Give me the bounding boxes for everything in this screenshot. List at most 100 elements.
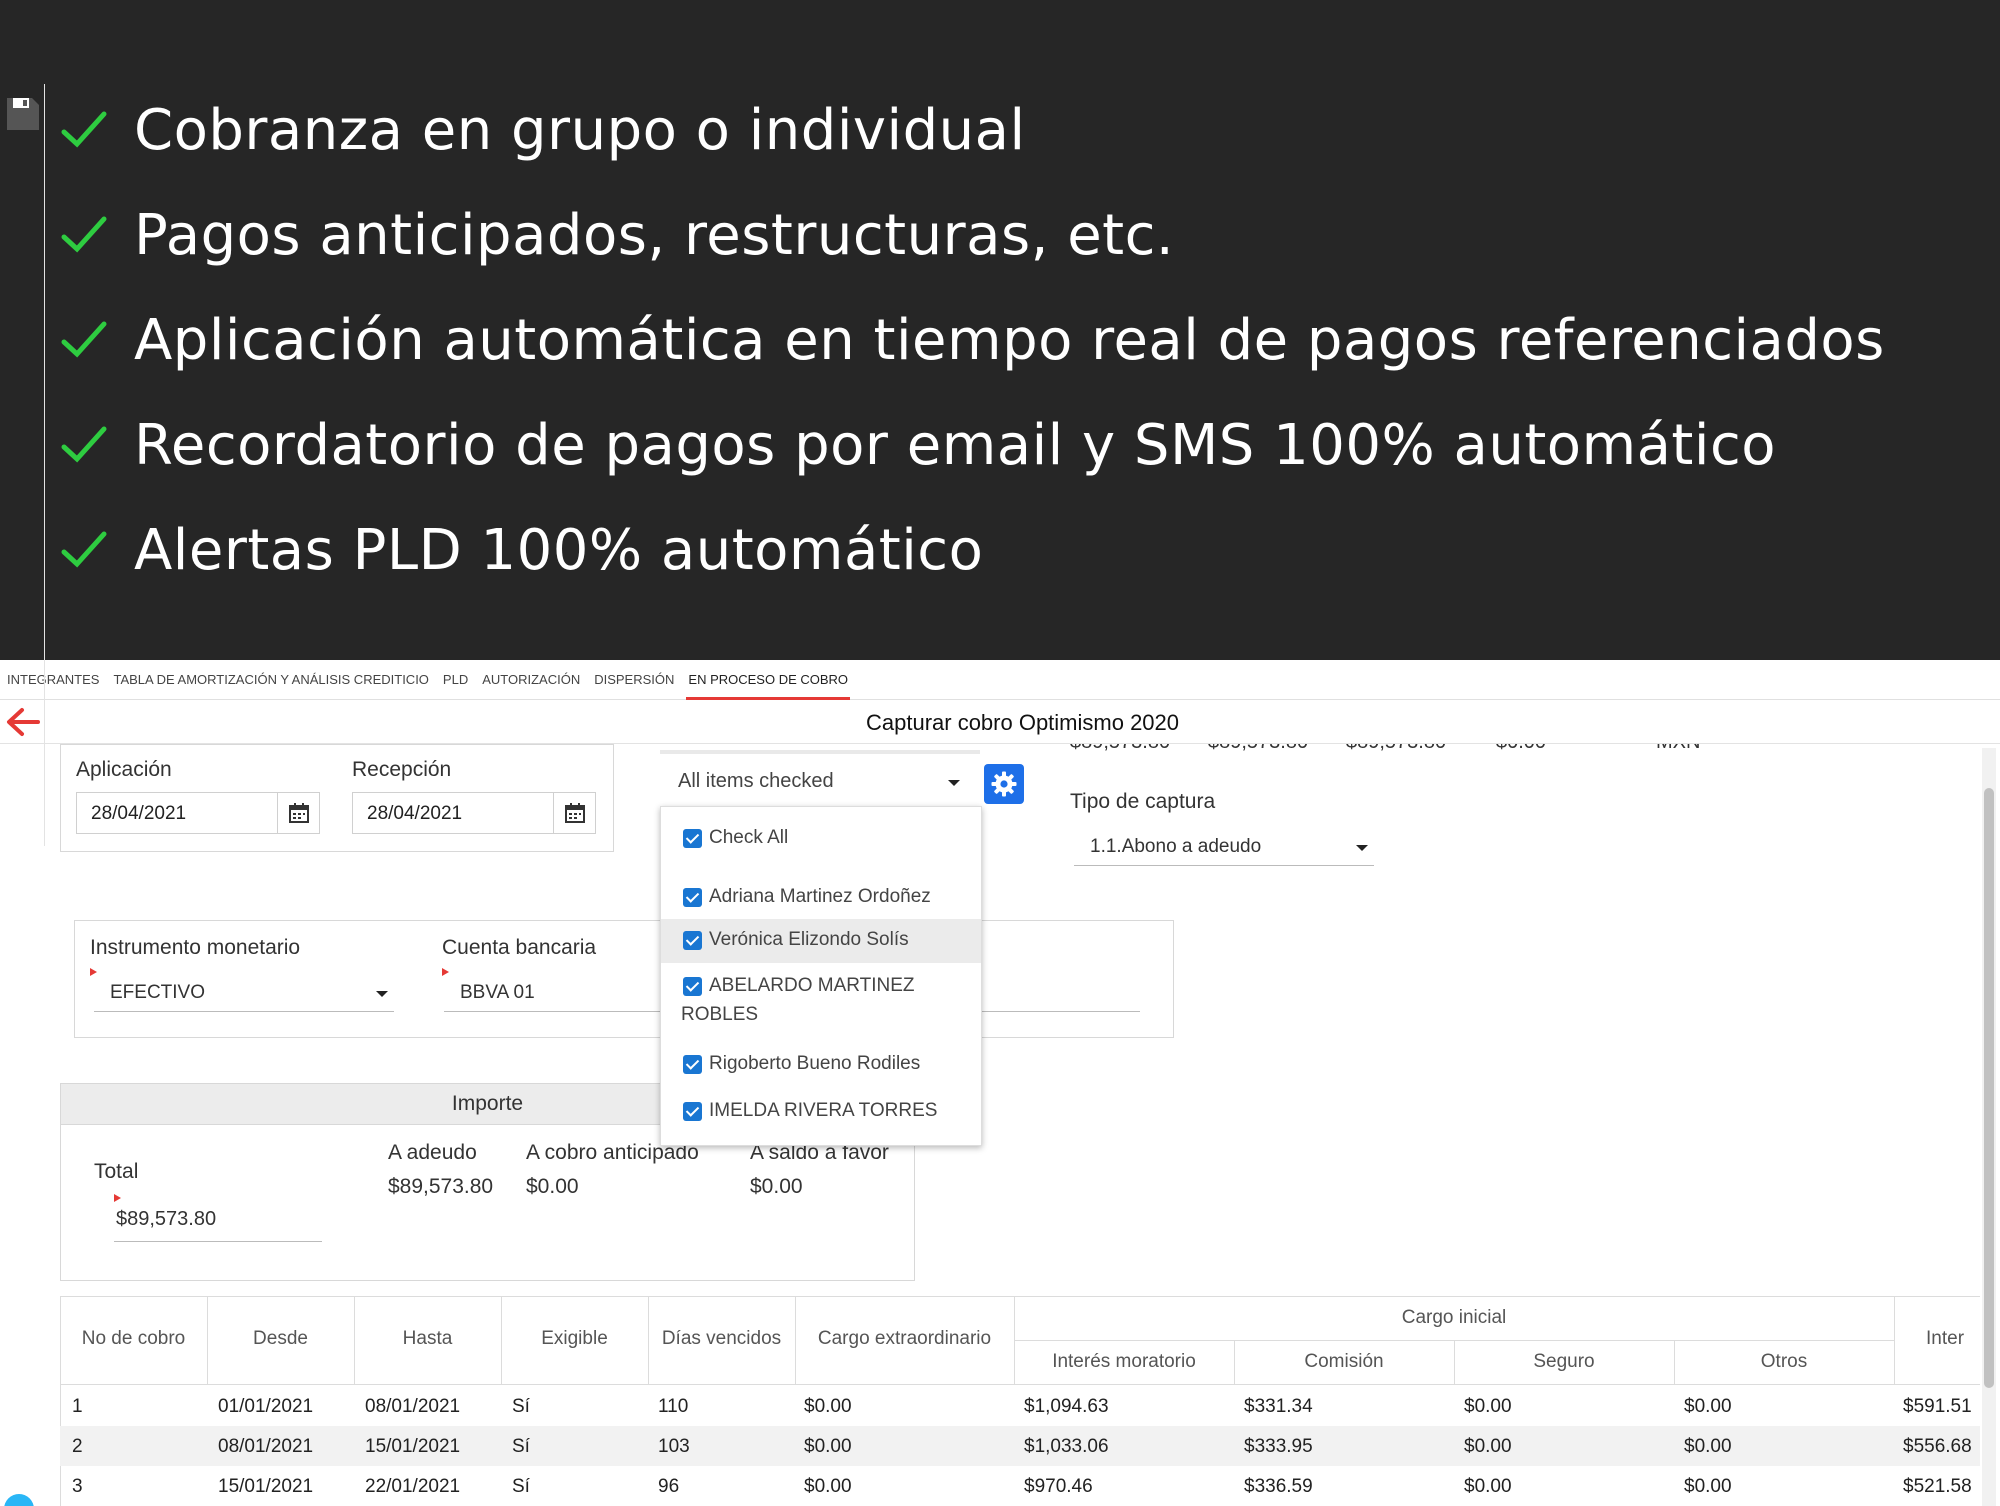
table-cell: 2 (72, 1436, 83, 1457)
recepcion-label: Recepción (352, 758, 452, 781)
cuenta-label: Cuenta bancaria (442, 936, 597, 959)
table-cell: $0.00 (1684, 1436, 1732, 1457)
table-cell: 15/01/2021 (365, 1436, 461, 1457)
column-header[interactable]: Días vencidos (648, 1328, 795, 1350)
checkbox-checked[interactable] (683, 1102, 702, 1121)
tab-amortizacion[interactable]: TABLA DE AMORTIZACIÓN Y ANÁLISIS CREDITI… (106, 660, 435, 700)
save-icon[interactable] (4, 95, 42, 133)
cuenta-value: BBVA 01 (460, 982, 535, 1003)
option-label: Adriana Martinez Ordoñez (709, 886, 931, 907)
checkbox-checked[interactable] (683, 931, 702, 950)
table-row[interactable]: 3 15/01/2021 22/01/2021 Sí 96 $0.00 $970… (60, 1466, 1980, 1506)
column-header[interactable]: Exigible (501, 1328, 648, 1350)
instrumento-value: EFECTIVO (110, 982, 206, 1003)
table-cell: Sí (512, 1436, 530, 1457)
feature-item: Alertas PLD 100% automático (60, 505, 983, 595)
table-row[interactable]: 2 08/01/2021 15/01/2021 Sí 103 $0.00 $1,… (60, 1426, 1980, 1466)
member-option[interactable]: Rigoberto Bueno Rodiles (661, 1043, 981, 1087)
table-cell: Sí (512, 1476, 530, 1497)
table-row[interactable]: 1 01/01/2021 08/01/2021 Sí 110 $0.00 $1,… (60, 1386, 1980, 1426)
table-cell: $0.00 (804, 1436, 852, 1457)
tipo-captura-select[interactable]: 1.1.Abono a adeudo (1074, 830, 1374, 866)
chevron-down-icon (948, 780, 960, 786)
summary-value: $89,573.80 (1346, 744, 1446, 754)
tab-en-proceso-de-cobro[interactable]: EN PROCESO DE COBRO (681, 660, 855, 700)
table-cell: $0.00 (1464, 1396, 1512, 1417)
tab-pld[interactable]: PLD (436, 660, 475, 700)
group-header: Cargo inicial (1401, 1307, 1507, 1328)
column-header[interactable]: Desde (207, 1328, 354, 1350)
option-label: Rigoberto Bueno Rodiles (709, 1053, 921, 1074)
total-input[interactable]: $89,573.80 (114, 1198, 322, 1242)
table-cell: $591.51 (1903, 1396, 1972, 1417)
column-header[interactable]: Seguro (1454, 1351, 1674, 1373)
summary-value: $89,573.80 (1070, 744, 1170, 754)
member-option[interactable]: IMELDA RIVERA TORRES (661, 1090, 981, 1134)
feature-item: Aplicación automática en tiempo real de … (60, 295, 1885, 385)
column-header[interactable]: Hasta (354, 1328, 501, 1350)
table-cell: 08/01/2021 (218, 1436, 314, 1457)
a-adeudo-label: A adeudo (388, 1141, 477, 1164)
check-icon (61, 111, 107, 148)
feature-text: Alertas PLD 100% automático (134, 517, 984, 583)
table-cell: 01/01/2021 (218, 1396, 314, 1417)
tipo-captura-value: 1.1.Abono a adeudo (1090, 836, 1262, 857)
calendar-icon[interactable] (553, 793, 595, 833)
member-option[interactable]: Verónica Elizondo Solís (661, 919, 981, 963)
integrantes-multiselect[interactable]: All items checked (660, 750, 980, 806)
multiselect-options-panel: Check All Adriana Martinez Ordoñez Verón… (660, 806, 982, 1146)
required-marker (442, 968, 449, 976)
column-header[interactable]: Interés moratorio (1014, 1351, 1234, 1373)
page-title: Capturar cobro Optimismo 2020 (865, 710, 1180, 735)
checkbox-checked[interactable] (683, 888, 702, 907)
settings-button[interactable] (984, 764, 1024, 804)
table-cell: 110 (658, 1396, 689, 1417)
table-cell: 103 (658, 1436, 690, 1457)
checkbox-checked[interactable] (683, 977, 702, 996)
tab-autorizacion[interactable]: AUTORIZACIÓN (475, 660, 587, 700)
column-header[interactable]: Inter (1926, 1328, 1980, 1350)
aplicacion-date-value: 28/04/2021 (91, 803, 187, 824)
column-header[interactable]: Cargo extraordinario (795, 1328, 1014, 1350)
table-cell: $521.58 (1903, 1476, 1972, 1497)
table-cell: $556.68 (1903, 1436, 1972, 1457)
column-header[interactable]: Otros (1674, 1351, 1894, 1373)
aplicacion-date-field[interactable]: 28/04/2021 (76, 792, 320, 834)
recepcion-date-field[interactable]: 28/04/2021 (352, 792, 596, 834)
member-option[interactable]: ABELARDO MARTINEZ ROBLES (661, 967, 981, 1039)
feature-text: Pagos anticipados, restructuras, etc. (134, 202, 1175, 268)
tab-dispersion[interactable]: DISPERSIÓN (587, 660, 681, 700)
table-cell: 3 (72, 1476, 83, 1497)
check-icon (61, 321, 107, 358)
column-header[interactable]: No de cobro (60, 1328, 207, 1350)
check-all-option[interactable]: Check All (661, 819, 981, 859)
option-label: Verónica Elizondo Solís (709, 929, 909, 950)
cobros-table: No de cobro Desde Hasta Exigible Días ve… (60, 1296, 1980, 1506)
table-cell: $0.00 (804, 1396, 852, 1417)
table-cell: $0.00 (1464, 1436, 1512, 1457)
feature-text: Aplicación automática en tiempo real de … (134, 307, 1885, 373)
member-option[interactable]: Adriana Martinez Ordoñez (661, 877, 981, 919)
calendar-icon[interactable] (277, 793, 319, 833)
feature-item: Cobranza en grupo o individual (60, 85, 1026, 175)
table-cell: $970.46 (1024, 1476, 1093, 1497)
checkbox-checked[interactable] (683, 829, 702, 848)
checkbox-checked[interactable] (683, 1055, 702, 1074)
total-label: Total (94, 1160, 139, 1183)
left-divider (44, 84, 45, 846)
chevron-down-icon (376, 991, 388, 997)
column-header[interactable]: Comisión (1234, 1351, 1454, 1373)
instrumento-select[interactable]: EFECTIVO (94, 976, 394, 1012)
recepcion-date-value: 28/04/2021 (367, 803, 463, 824)
table-cell: 15/01/2021 (218, 1476, 314, 1497)
dropdown-top-strip (660, 750, 980, 754)
table-cell: $333.95 (1244, 1436, 1313, 1457)
scrollbar-thumb[interactable] (1984, 788, 1994, 1388)
feature-item: Recordatorio de pagos por email y SMS 10… (60, 400, 1776, 490)
table-cell: $331.34 (1244, 1396, 1313, 1417)
tab-integrantes[interactable]: INTEGRANTES (0, 660, 106, 700)
vertical-scrollbar[interactable] (1982, 748, 1996, 1506)
feature-text: Cobranza en grupo o individual (134, 97, 1026, 163)
table-cell: 1 (72, 1396, 83, 1417)
instrumento-label: Instrumento monetario (90, 936, 301, 959)
